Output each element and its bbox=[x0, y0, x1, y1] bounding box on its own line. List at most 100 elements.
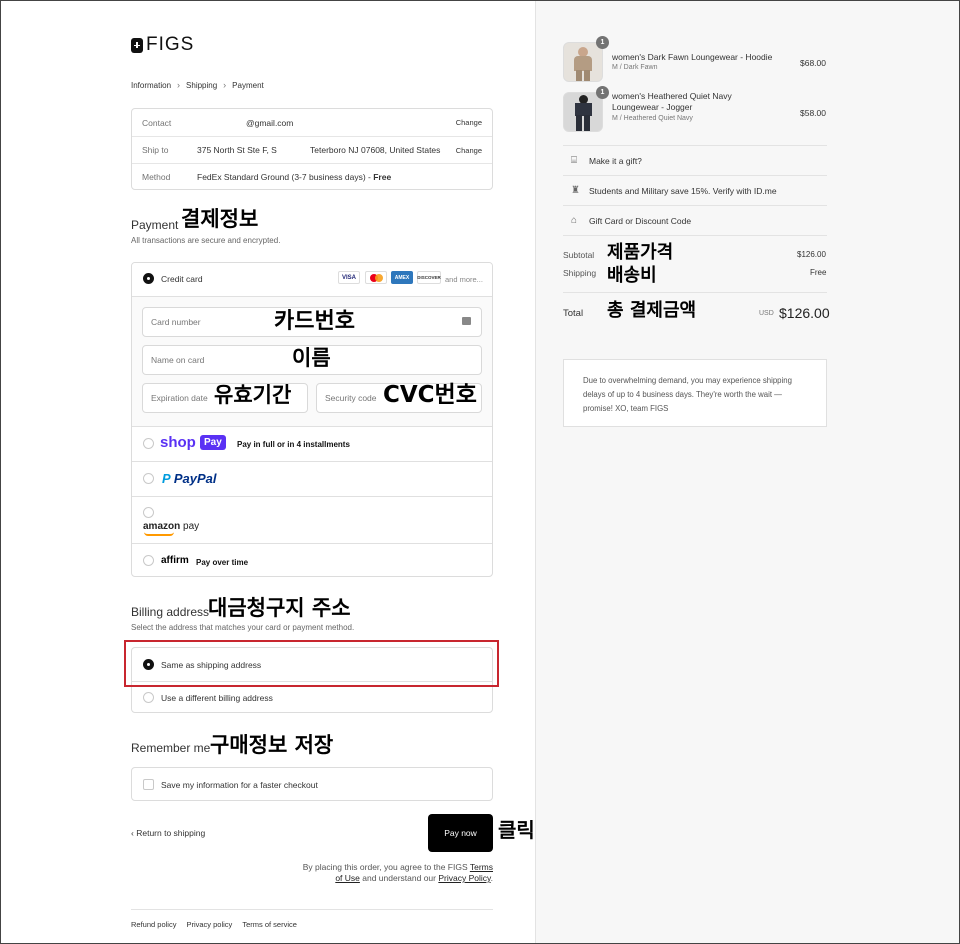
return-to-shipping-link[interactable]: ‹ Return to shipping bbox=[131, 828, 205, 838]
method-value: FedEx Standard Ground (3-7 business days… bbox=[197, 172, 391, 182]
chevron-left-icon: ‹ bbox=[131, 828, 134, 838]
footer-links: Refund policy Privacy policy Terms of se… bbox=[131, 920, 297, 929]
annotation-click: 클릭 bbox=[498, 818, 535, 842]
amazon-wordmark: amazon bbox=[143, 521, 181, 532]
method-text: FedEx Standard Ground (3-7 business days… bbox=[197, 172, 374, 182]
terms-of-service-link[interactable]: Terms of service bbox=[242, 920, 297, 929]
credit-card-radio[interactable] bbox=[143, 273, 154, 284]
product-name: women's Dark Fawn Loungewear - Hoodie bbox=[612, 52, 773, 62]
terms-link-a[interactable]: Terms bbox=[470, 862, 493, 872]
gift-row[interactable]: ⌸ Make it a gift? bbox=[563, 145, 827, 175]
breadcrumb-shipping[interactable]: Shipping bbox=[186, 81, 217, 90]
review-box: Contact @gmail.com Change Ship to 375 No… bbox=[131, 108, 493, 190]
product-name-line2: Loungewear - Jogger bbox=[612, 102, 693, 112]
different-billing-radio[interactable] bbox=[143, 692, 154, 703]
ship-to-row: Ship to 375 North St Ste F, S Teterboro … bbox=[132, 136, 492, 163]
billing-subtitle: Select the address that matches your car… bbox=[131, 623, 355, 632]
save-info-checkbox[interactable] bbox=[143, 779, 154, 790]
expiration-placeholder: Expiration date bbox=[151, 393, 208, 403]
annotation-card-number: 카드번호 bbox=[274, 309, 355, 334]
discover-icon: DISCOVER bbox=[417, 271, 441, 284]
return-to-shipping-label: Return to shipping bbox=[136, 828, 206, 838]
badge-icon: ♜ bbox=[571, 185, 580, 196]
lock-icon bbox=[462, 317, 471, 325]
shipping-value: Free bbox=[810, 268, 827, 277]
remember-box: Save my information for a faster checkou… bbox=[131, 767, 493, 801]
total-label: Total bbox=[563, 308, 584, 319]
order-summary-panel bbox=[535, 1, 959, 943]
legal-prefix: By placing this order, you agree to the … bbox=[302, 862, 470, 872]
brand-name: FIGS bbox=[146, 34, 195, 55]
figs-plus-icon bbox=[131, 37, 143, 53]
paypal-radio[interactable] bbox=[143, 473, 154, 484]
save-info-label: Save my information for a faster checkou… bbox=[161, 780, 318, 790]
legal-text: By placing this order, you agree to the … bbox=[290, 862, 493, 884]
refund-policy-link[interactable]: Refund policy bbox=[131, 920, 176, 929]
gift-label: Make it a gift? bbox=[589, 155, 642, 166]
terms-link-b[interactable]: of Use bbox=[335, 873, 360, 883]
gift-icon: ⌸ bbox=[571, 155, 577, 166]
security-code-placeholder: Security code bbox=[325, 393, 377, 403]
annotation-cvc: CVC번호 bbox=[383, 382, 477, 408]
currency-code: USD bbox=[759, 310, 774, 317]
annotation-billing: 대금청구지 주소 bbox=[208, 596, 351, 620]
change-ship-to-link[interactable]: Change bbox=[456, 146, 482, 155]
annotation-payment-info: 결제정보 bbox=[181, 207, 259, 231]
shop-pay-radio[interactable] bbox=[143, 438, 154, 449]
annotation-total: 총 결제금액 bbox=[607, 300, 697, 321]
visa-icon: VISA bbox=[338, 271, 360, 284]
name-on-card-placeholder: Name on card bbox=[151, 355, 205, 365]
credit-card-option[interactable]: Credit card VISA AMEX DISCOVER and more.… bbox=[132, 263, 492, 296]
product-name: women's Heathered Quiet Navy Loungewear … bbox=[612, 91, 732, 113]
contact-value: @gmail.com bbox=[246, 117, 294, 128]
method-row: Method FedEx Standard Ground (3-7 busine… bbox=[132, 163, 492, 190]
amazon-smile-icon bbox=[144, 532, 174, 536]
paypal-option[interactable]: P PayPal bbox=[132, 461, 492, 496]
product-name-line1: women's Heathered Quiet Navy bbox=[612, 91, 732, 101]
affirm-option[interactable]: affirm Pay over time bbox=[132, 543, 492, 576]
affirm-text: Pay over time bbox=[196, 558, 249, 567]
shipping-delay-notice: Due to overwhelming demand, you may expe… bbox=[563, 359, 827, 427]
breadcrumb-payment: Payment bbox=[232, 80, 264, 90]
privacy-policy-link[interactable]: Privacy policy bbox=[186, 920, 232, 929]
change-contact-link[interactable]: Change bbox=[456, 118, 482, 127]
product-price: $68.00 bbox=[800, 58, 826, 68]
amazon-pay-radio[interactable] bbox=[143, 507, 154, 518]
mastercard-icon bbox=[365, 271, 387, 284]
payment-title: Payment bbox=[131, 218, 179, 232]
highlight-box bbox=[124, 640, 499, 687]
annotation-remember: 구매정보 저장 bbox=[210, 733, 334, 757]
amazon-pay-option[interactable]: amazon pay bbox=[132, 496, 492, 543]
subtotal-value: $126.00 bbox=[797, 250, 826, 259]
amex-icon: AMEX bbox=[391, 271, 413, 284]
military-row[interactable]: ♜ Students and Military save 15%. Verify… bbox=[563, 175, 827, 205]
shop-pay-logo: shop bbox=[160, 434, 196, 451]
chevron-right-icon: › bbox=[223, 80, 227, 90]
credit-card-label: Credit card bbox=[161, 274, 203, 284]
payment-subtitle: All transactions are secure and encrypte… bbox=[131, 236, 281, 245]
discount-row[interactable]: ⌂ Gift Card or Discount Code bbox=[563, 205, 827, 235]
ship-to-label: Ship to bbox=[142, 145, 169, 155]
product-price: $58.00 bbox=[800, 108, 826, 118]
footer-divider bbox=[131, 909, 493, 910]
and-more-text: and more... bbox=[445, 275, 483, 284]
product-variant: M / Dark Fawn bbox=[612, 64, 658, 71]
paypal-wordmark: PayPal bbox=[173, 471, 217, 486]
product-variant: M / Heathered Quiet Navy bbox=[612, 115, 693, 122]
privacy-link[interactable]: Privacy Policy bbox=[438, 873, 490, 883]
product-image-hoodie bbox=[563, 42, 603, 82]
total-divider bbox=[563, 292, 827, 293]
shipping-label: Shipping bbox=[563, 268, 597, 278]
breadcrumb-information[interactable]: Information bbox=[131, 81, 171, 90]
pay-now-button[interactable]: Pay now bbox=[428, 814, 493, 852]
shop-pay-option[interactable]: shop Pay Pay in full or in 4 installment… bbox=[132, 426, 492, 461]
annotation-expiry: 유효기간 bbox=[214, 383, 292, 407]
discount-label: Gift Card or Discount Code bbox=[589, 215, 692, 226]
breadcrumb: Information › Shipping › Payment bbox=[131, 80, 264, 90]
different-billing-label: Use a different billing address bbox=[161, 693, 273, 703]
shop-pay-badge: Pay bbox=[200, 435, 226, 450]
affirm-radio[interactable] bbox=[143, 555, 154, 566]
brand-logo[interactable]: FIGS bbox=[131, 34, 194, 56]
annotation-product-price: 제품가격 bbox=[607, 242, 674, 263]
summary-divider bbox=[563, 235, 827, 236]
